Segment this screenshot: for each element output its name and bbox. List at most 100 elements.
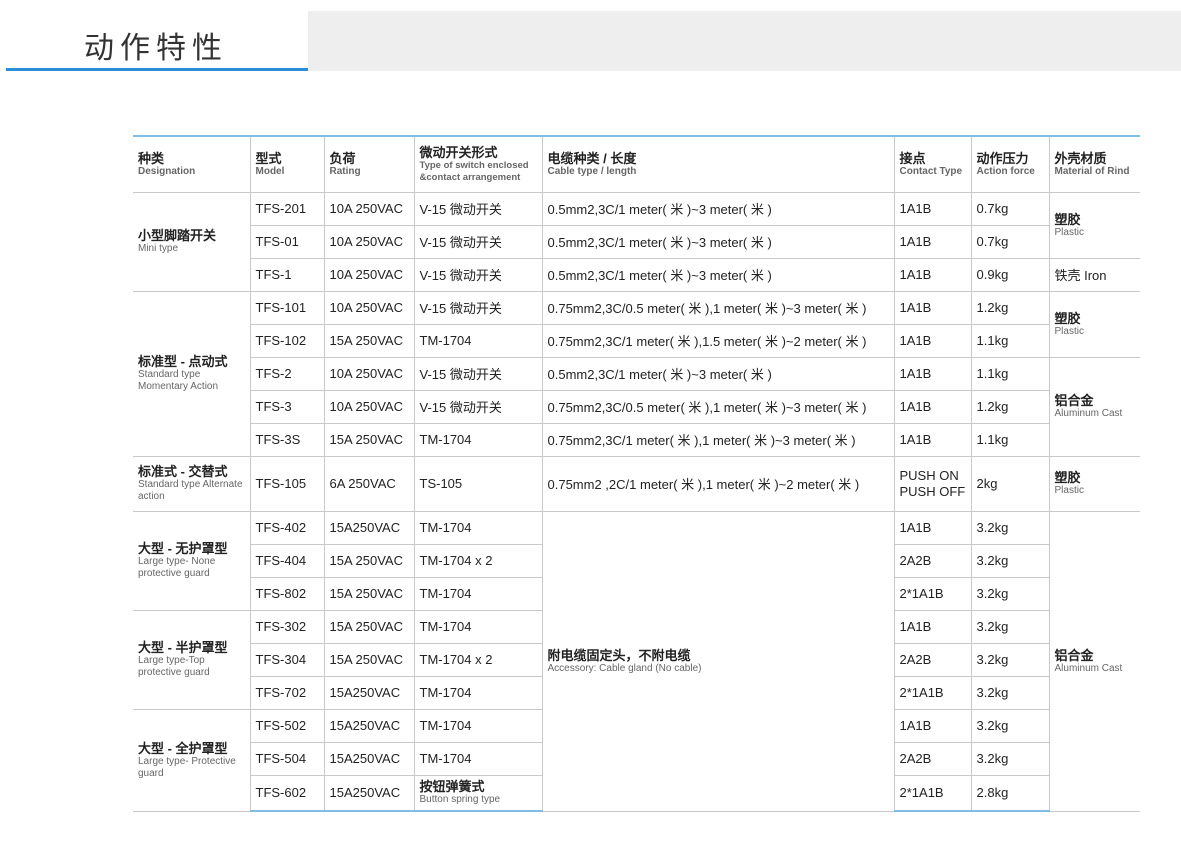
switch-cell: 按钮弹簧式 Button spring type [413,774,543,812]
material-cell: 铝合金 Aluminum Cast [1048,356,1140,457]
group-designation: 标准型 - 点动式 Standard type Momentary Action [133,290,251,457]
switch-cell: TM-1704 [413,675,543,710]
switch-cell: TM-1704 x 2 [413,543,543,578]
rating-cell: 10A 250VAC [323,389,415,424]
model-cell: TFS-201 [249,191,325,226]
switch-cell: V-15 微动开关 [413,257,543,292]
contact-cell: 1A1B [893,708,972,743]
force-cell: 3.2kg [970,642,1049,677]
contact-cell: 2A2B [893,543,972,578]
material-cell: 塑胶 Plastic [1048,191,1140,259]
force-cell: 3.2kg [970,510,1050,545]
table-row: TFS-102 15A 250VAC TM-1704 0.75mm2,3C/1 … [133,323,1140,358]
header-band [308,11,1181,71]
force-cell: 0.7kg [970,224,1049,259]
table-row: TFS-3S 15A 250VAC TM-1704 0.75mm2,3C/1 m… [133,422,1140,457]
model-cell: TFS-102 [250,323,325,358]
rating-cell: 15A 250VAC [323,543,415,578]
col-header-switch: 微动开关形式 Type of switch enclosed &contact a… [413,135,543,193]
model-cell: TFS-502 [249,708,325,743]
material-cell: 塑胶 Plastic [1048,290,1140,358]
model-cell: TFS-3 [250,389,325,424]
switch-cell: V-15 微动开关 [413,191,543,226]
cable-cell: 0.5mm2,3C/1 meter( 米 )~3 meter( 米 ) [541,257,895,292]
shared-cable-cell: 附电缆固定头，不附电缆 Accessory: Cable gland (No ca… [541,510,895,812]
col-header-cable: 电缆种类 / 长度 Cable type / length [541,135,895,193]
rating-cell: 15A250VAC [323,510,415,545]
table-row: 大型 - 无护罩型 Large type- None protective gua… [133,510,1140,812]
switch-cell: TM-1704 [413,741,543,776]
switch-cell: TS-105 [413,455,543,512]
switch-cell: V-15 微动开关 [413,389,543,424]
rating-cell: 15A 250VAC [323,422,415,457]
switch-cell: TM-1704 [413,323,543,358]
material-cell: 塑胶 Plastic [1048,455,1140,512]
group-designation: 大型 - 全护罩型 Large type- Protective guard [133,708,251,812]
model-cell: TFS-802 [250,576,325,611]
force-cell: 3.2kg [970,675,1049,710]
col-header-material: 外壳材质 Material of Rind [1048,135,1140,193]
contact-cell: 2A2B [893,741,972,776]
spec-table: 种类 Designation 型式 Model 负荷 Rating 微动开关形式 Typ… [133,135,1140,812]
contact-cell: 2*1A1B [893,774,972,812]
cable-cell: 0.75mm2,3C/0.5 meter( 米 ),1 meter( 米 )~3… [541,290,895,325]
group-designation: 标准式 - 交替式 Standard type Alternate action [133,455,251,512]
contact-cell: 2*1A1B [893,576,972,611]
model-cell: TFS-702 [250,675,325,710]
rating-cell: 10A 250VAC [323,257,415,292]
title-underline [6,68,308,71]
material-cell: 铝合金 Aluminum Cast [1048,510,1140,812]
model-cell: TFS-302 [249,609,325,644]
contact-cell: 1A1B [893,356,972,391]
model-cell: TFS-01 [250,224,325,259]
rating-cell: 15A250VAC [323,774,415,812]
cable-cell: 0.75mm2,3C/0.5 meter( 米 ),1 meter( 米 )~3… [541,389,895,424]
rating-cell: 6A 250VAC [323,455,415,512]
rating-cell: 15A 250VAC [323,609,415,644]
cable-cell: 0.5mm2,3C/1 meter( 米 )~3 meter( 米 ) [541,224,895,259]
model-cell: TFS-404 [250,543,325,578]
rating-cell: 10A 250VAC [323,290,415,325]
rating-cell: 10A 250VAC [323,224,415,259]
table-row: TFS-1 10A 250VAC V-15 微动开关 0.5mm2,3C/1 m… [133,257,1140,292]
contact-cell: 1A1B [893,257,972,292]
model-cell: TFS-402 [249,510,325,545]
page-title: 动作特性 [84,31,228,66]
rating-cell: 15A 250VAC [323,323,415,358]
contact-cell: 1A1B [893,609,972,644]
rating-cell: 15A250VAC [323,675,415,710]
cable-cell: 0.5mm2,3C/1 meter( 米 )~3 meter( 米 ) [541,191,895,226]
force-cell: 3.2kg [970,543,1049,578]
force-cell: 3.2kg [970,609,1049,644]
table-row: 小型脚踏开关 Mini type TFS-201 10A 250VAC V-15 … [133,191,1140,292]
rating-cell: 10A 250VAC [323,191,415,226]
rating-cell: 15A250VAC [323,741,415,776]
force-cell: 1.2kg [970,389,1049,424]
switch-cell: V-15 微动开关 [413,356,543,391]
col-header-rating: 负荷 Rating [323,135,415,193]
contact-cell: 2*1A1B [893,675,972,710]
force-cell: 1.1kg [970,422,1049,457]
cable-cell: 0.5mm2,3C/1 meter( 米 )~3 meter( 米 ) [541,356,895,391]
rating-cell: 15A 250VAC [323,576,415,611]
contact-cell: 1A1B [893,323,972,358]
switch-cell: TM-1704 [413,609,543,644]
model-cell: TFS-2 [250,356,325,391]
force-cell: 0.9kg [970,257,1050,292]
contact-cell: 1A1B [893,290,972,325]
switch-cell: TM-1704 [413,576,543,611]
model-cell: TFS-304 [250,642,325,677]
model-cell: TFS-602 [250,774,325,812]
model-cell: TFS-101 [249,290,325,325]
col-header-force: 动作压力 Action force [970,135,1050,193]
material-cell: 铁壳 Iron [1048,257,1140,292]
switch-cell: TM-1704 [413,510,543,545]
group-designation: 小型脚踏开关 Mini type [133,191,251,292]
force-cell: 0.7kg [970,191,1050,226]
model-cell: TFS-504 [250,741,325,776]
col-header-model: 型式 Model [249,135,325,193]
contact-cell: 1A1B [893,191,972,226]
contact-cell: 1A1B [893,389,972,424]
group-designation: 大型 - 半护罩型 Large type-Top protective guard [133,609,251,710]
contact-cell: 1A1B [893,510,972,545]
